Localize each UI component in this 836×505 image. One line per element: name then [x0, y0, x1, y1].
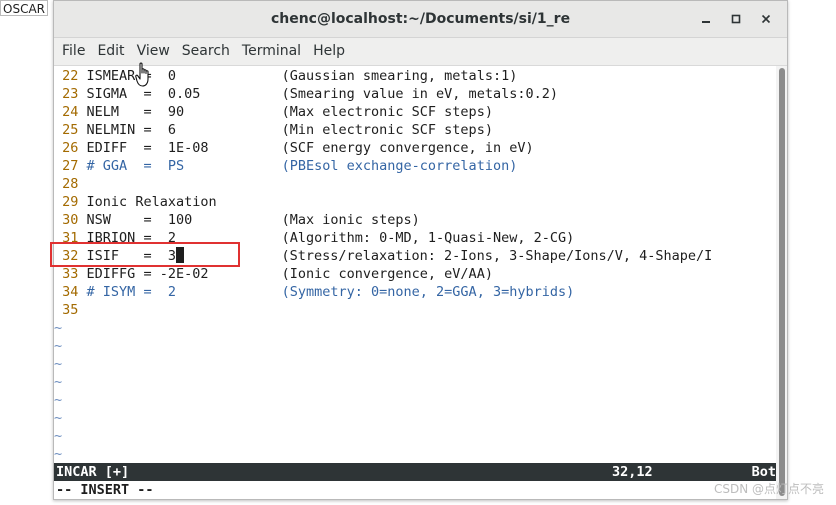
title-bar[interactable]: chenc@localhost:~/Documents/si/1_re [54, 1, 787, 38]
tilde-marker: ~ [54, 320, 63, 336]
line-number: 26 [62, 140, 79, 156]
status-filename: INCAR [+] [56, 464, 130, 480]
tilde-marker: ~ [54, 338, 63, 354]
vim-status-bar: INCAR [+] 32,12 Bot [54, 463, 776, 481]
line-comment: (Algorithm: 0-MD, 1-Quasi-New, 2-CG) [281, 230, 575, 246]
line-number: 29 [62, 194, 79, 210]
csdn-watermark: CSDN @点灯点不亮 [713, 482, 824, 496]
line-comment: (SCF energy convergence, in eV) [281, 140, 534, 156]
line-number: 28 [62, 176, 79, 192]
line-number: 30 [62, 212, 79, 228]
editor-line[interactable]: 22 ISMEAR = 0 (Gaussian smearing, metals… [54, 67, 517, 85]
line-comment: (PBEsol exchange-correlation) [281, 158, 518, 174]
line-number: 23 [62, 86, 79, 102]
line-number: 32 [62, 248, 79, 264]
menu-terminal[interactable]: Terminal [236, 38, 307, 65]
line-number: 25 [62, 122, 79, 138]
window-controls [693, 1, 779, 37]
line-comment: (Ionic convergence, eV/AA) [281, 266, 493, 282]
tilde-marker: ~ [54, 356, 63, 372]
line-comment: (Symmetry: 0=none, 2=GGA, 3=hybrids) [281, 284, 575, 300]
minimize-button[interactable] [693, 6, 719, 32]
menu-bar: File Edit View Search Terminal Help [54, 38, 787, 66]
tilde-marker: ~ [54, 410, 63, 426]
desktop-file-label[interactable]: OSCAR [0, 0, 48, 16]
line-text: Ionic Relaxation [86, 194, 217, 210]
editor-line[interactable]: 31 IBRION = 2 (Algorithm: 0-MD, 1-Quasi-… [54, 229, 574, 247]
editor-line[interactable]: 35 [54, 301, 87, 319]
line-text: SIGMA = 0.05 [86, 86, 282, 102]
scrollbar-thumb[interactable] [779, 68, 785, 496]
maximize-button[interactable] [723, 6, 749, 32]
line-comment: (Min electronic SCF steps) [281, 122, 493, 138]
menu-file[interactable]: File [56, 38, 91, 65]
editor-line[interactable]: 23 SIGMA = 0.05 (Smearing value in eV, m… [54, 85, 558, 103]
editor-line[interactable]: 33 EDIFFG = -2E-02 (Ionic convergence, e… [54, 265, 493, 283]
line-comment: (Gaussian smearing, metals:1) [281, 68, 518, 84]
editor-line[interactable]: 24 NELM = 90 (Max electronic SCF steps) [54, 103, 493, 121]
status-cursor-position: 32,12 [612, 464, 653, 480]
line-number: 33 [62, 266, 79, 282]
line-text: IBRION = 2 [86, 230, 282, 246]
line-text: ISMEAR = 0 [86, 68, 282, 84]
line-number: 24 [62, 104, 79, 120]
close-icon [761, 14, 771, 24]
line-text: NSW = 100 [86, 212, 282, 228]
editor-line[interactable]: 28 [54, 175, 87, 193]
editor-line[interactable]: 32 ISIF = 3 (Stress/relaxation: 2-Ions, … [54, 247, 712, 265]
line-number: 27 [62, 158, 79, 174]
text-cursor [175, 247, 184, 263]
close-button[interactable] [753, 6, 779, 32]
editor-line[interactable]: 27 # GGA = PS (PBEsol exchange-correlati… [54, 157, 517, 175]
editor-line[interactable]: 26 EDIFF = 1E-08 (SCF energy convergence… [54, 139, 534, 157]
editor-line[interactable]: 34 # ISYM = 2 (Symmetry: 0=none, 2=GGA, … [54, 283, 574, 301]
editor-line[interactable]: 30 NSW = 100 (Max ionic steps) [54, 211, 420, 229]
editor-line[interactable]: 25 NELMIN = 6 (Min electronic SCF steps) [54, 121, 493, 139]
line-text: EDIFF = 1E-08 [86, 140, 282, 156]
menu-view[interactable]: View [131, 38, 176, 65]
line-comment: (Smearing value in eV, metals:0.2) [281, 86, 558, 102]
window-title: chenc@localhost:~/Documents/si/1_re [270, 11, 571, 27]
tilde-marker: ~ [54, 392, 63, 408]
line-text: EDIFFG = -2E-02 [86, 266, 282, 282]
menu-search[interactable]: Search [176, 38, 236, 65]
tilde-marker: ~ [54, 374, 63, 390]
editor-line[interactable]: 29 Ionic Relaxation [54, 193, 217, 211]
line-text: ISIF = 3 [86, 248, 176, 264]
minimize-icon [702, 21, 710, 23]
line-comment: (Stress/relaxation: 2-Ions, 3-Shape/Ions… [281, 248, 713, 264]
menu-edit[interactable]: Edit [91, 38, 130, 65]
line-number: 35 [62, 302, 79, 318]
maximize-icon [731, 14, 741, 24]
vim-mode-indicator: -- INSERT -- [56, 482, 154, 498]
line-number: 34 [62, 284, 79, 300]
line-text: # GGA = PS [86, 158, 282, 174]
terminal-content[interactable]: 22 ISMEAR = 0 (Gaussian smearing, metals… [54, 66, 776, 499]
line-comment: (Max electronic SCF steps) [281, 104, 493, 120]
line-number: 22 [62, 68, 79, 84]
line-text: NELM = 90 [86, 104, 282, 120]
status-scroll-position: Bot [751, 464, 776, 480]
line-comment: (Max ionic steps) [281, 212, 420, 228]
line-text: # ISYM = 2 [86, 284, 282, 300]
tilde-marker: ~ [54, 428, 63, 444]
menu-help[interactable]: Help [307, 38, 351, 65]
line-text: NELMIN = 6 [86, 122, 282, 138]
tilde-marker: ~ [54, 446, 63, 462]
terminal-window: chenc@localhost:~/Documents/si/1_re File… [53, 0, 788, 500]
line-number: 31 [62, 230, 79, 246]
terminal-scrollbar[interactable] [776, 66, 787, 499]
